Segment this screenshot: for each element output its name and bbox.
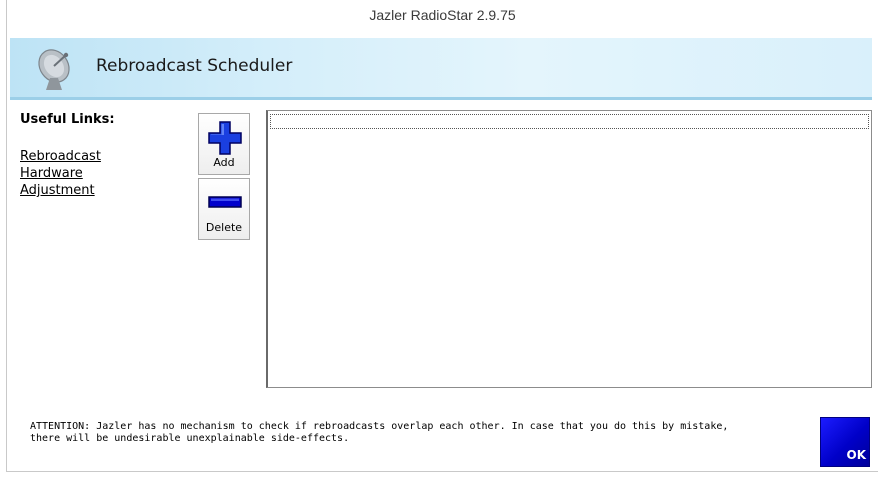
add-button-label: Add: [213, 156, 235, 169]
window-title: Jazler RadioStar 2.9.75: [7, 0, 878, 36]
attention-line-2: there will be undesirable unexplainable …: [30, 433, 350, 444]
satellite-dish-icon: [38, 49, 70, 90]
page-title: Rebroadcast Scheduler: [96, 56, 293, 76]
link-hardware[interactable]: Hardware: [20, 165, 130, 182]
attention-line-1: ATTENTION: Jazler has no mechanism to ch…: [30, 421, 729, 432]
useful-links: Rebroadcast Hardware Adjustment: [20, 148, 130, 199]
ok-button[interactable]: OK: [820, 417, 870, 467]
delete-button-label: Delete: [205, 221, 243, 234]
list-focus-row[interactable]: [270, 114, 869, 129]
rebroadcast-list[interactable]: [266, 110, 872, 388]
add-button[interactable]: Add: [198, 113, 250, 175]
ok-button-label: OK: [846, 448, 867, 462]
plus-icon: [208, 121, 242, 155]
delete-button[interactable]: Delete: [198, 178, 250, 240]
link-adjustment[interactable]: Adjustment: [20, 182, 130, 199]
scheduler-header: Rebroadcast Scheduler: [10, 38, 872, 100]
attention-notice: ATTENTION: Jazler has no mechanism to ch…: [30, 421, 810, 445]
useful-links-heading: Useful Links:: [20, 112, 115, 127]
link-rebroadcast[interactable]: Rebroadcast: [20, 148, 130, 165]
minus-icon: [208, 196, 242, 208]
